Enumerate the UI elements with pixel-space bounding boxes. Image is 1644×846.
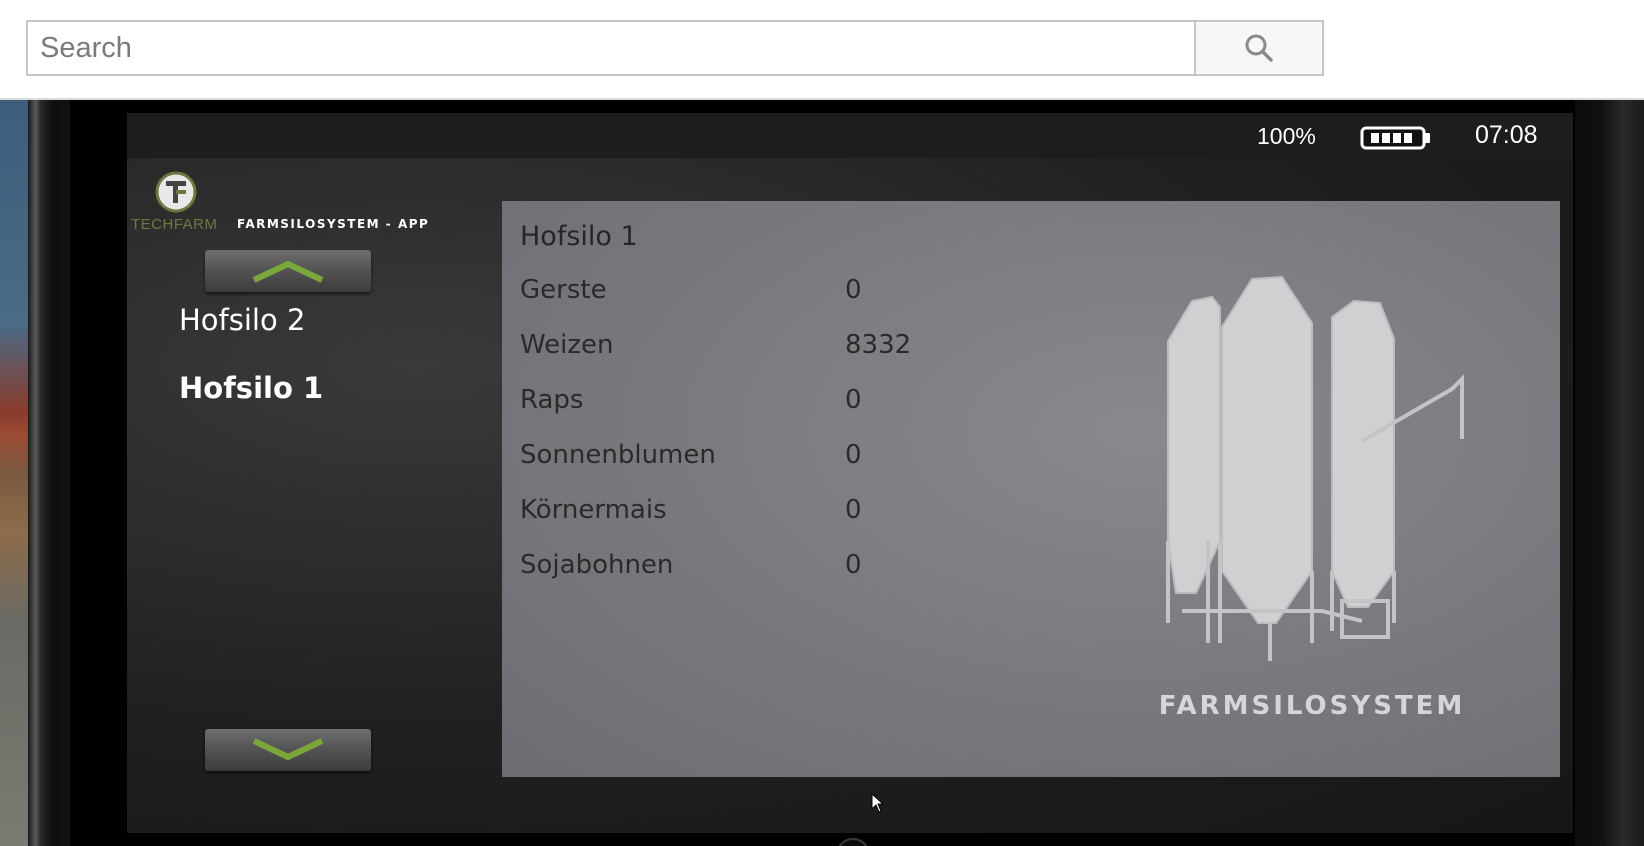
video-frame: 100% 07:08 TECHFARM FARMSILOSYSTEM - APP [0,100,1644,846]
farmsilosystem-brand: FARMSILOSYSTEM [1158,691,1466,721]
tablet-screen: 100% 07:08 TECHFARM FARMSILOSYSTEM - APP [127,113,1573,833]
battery-icon [1360,126,1430,150]
search-button[interactable] [1194,20,1324,76]
grain-name: Sonnenblumen [520,440,716,470]
silo-detail-panel: Hofsilo 1 Gerste 0 Weizen 8332 Raps 0 So… [502,201,1560,777]
battery-percent: 100% [1257,123,1316,149]
grain-quantity: 0 [845,550,862,580]
grain-quantity: 0 [845,440,862,470]
brand-name: TECHFARM [131,216,218,233]
detail-title: Hofsilo 1 [520,221,638,252]
silo-item-hofsilo-1[interactable]: Hofsilo 1 [179,371,323,405]
grain-name: Raps [520,385,584,415]
search-input[interactable] [26,20,1194,76]
chevron-up-icon [252,261,324,283]
grain-name: Weizen [520,330,614,360]
grain-name: Sojabohnen [520,550,674,580]
grain-quantity: 0 [845,275,862,305]
search-bar [26,20,1324,76]
clock: 07:08 [1475,121,1538,149]
silo-item-hofsilo-2[interactable]: Hofsilo 2 [179,303,305,337]
grain-quantity: 0 [845,495,862,525]
status-bar: 100% 07:08 [127,113,1573,158]
chevron-down-icon [252,738,324,760]
grain-quantity: 8332 [845,330,912,360]
tablet-home-button[interactable] [836,838,870,846]
tablet-bezel-left [28,100,70,846]
techfarm-logo [155,171,197,213]
grain-quantity: 0 [845,385,862,415]
scroll-down-button[interactable] [205,729,371,771]
scroll-up-button[interactable] [205,250,371,292]
grain-name: Gerste [520,275,607,305]
mouse-cursor-icon [871,793,885,813]
search-icon [1245,34,1273,62]
tablet-bezel-right [1575,100,1644,846]
silo-illustration [1166,275,1464,661]
app-name: FARMSILOSYSTEM - APP [237,217,430,231]
grain-name: Körnermais [520,495,667,525]
